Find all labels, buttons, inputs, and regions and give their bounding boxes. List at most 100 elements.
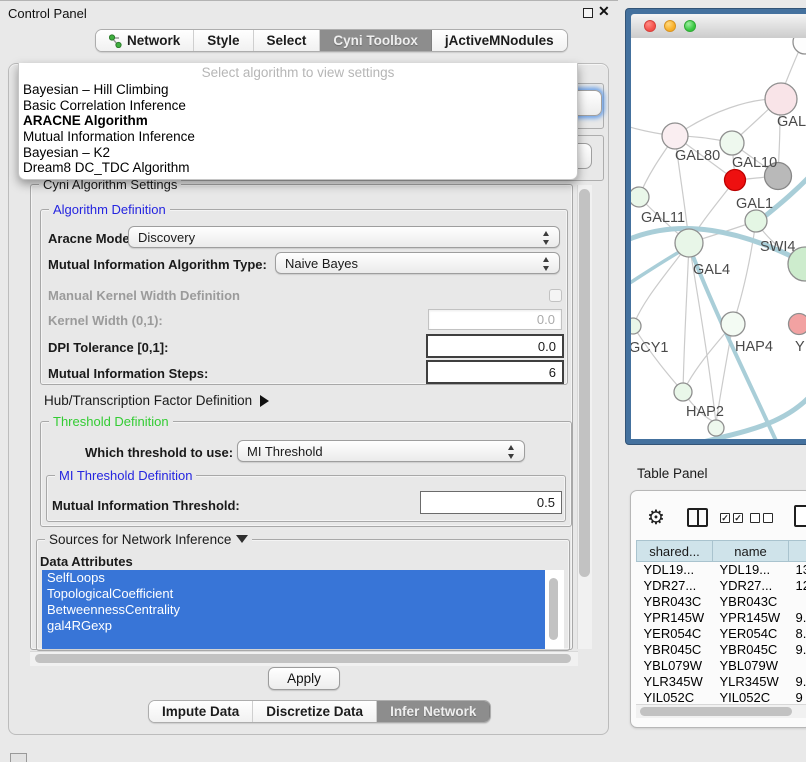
- column-browser-icon[interactable]: [687, 508, 708, 527]
- manual-kernel-checkbox[interactable]: [549, 289, 562, 302]
- aracne-mode-combobox[interactable]: Discovery: [128, 226, 560, 248]
- dropdown-item[interactable]: Mutual Information Inference: [19, 129, 577, 145]
- threshold-definition-title: Threshold Definition: [49, 414, 173, 429]
- select-all-columns-icon[interactable]: ✓✓: [720, 513, 743, 523]
- network-graph: GAL GAL80 GAL10 GAL1 GAL11 SWI4 GAL4 GCY…: [631, 38, 806, 439]
- data-attributes-list: SelfLoops TopologicalCoefficient Between…: [42, 570, 564, 649]
- hub-definition-expander[interactable]: Hub/Transcription Factor Definition: [44, 393, 269, 408]
- attribute-item-partial[interactable]: [42, 634, 545, 649]
- network-node-gcy1[interactable]: [631, 318, 641, 334]
- tab-infer-network[interactable]: Infer Network: [377, 701, 490, 722]
- table-row[interactable]: YLR345WYLR345W9.: [637, 674, 806, 690]
- table-row[interactable]: YPR145WYPR145W9.: [637, 610, 806, 626]
- dropdown-hint: Select algorithm to view settings: [19, 63, 577, 82]
- tab-select[interactable]: Select: [254, 30, 321, 51]
- sources-collapse-toggle[interactable]: Sources for Network Inference: [45, 532, 252, 547]
- network-node-hap4[interactable]: [721, 312, 745, 336]
- kernel-width-field[interactable]: 0.0: [428, 309, 562, 330]
- node-label: HAP4: [735, 339, 773, 355]
- network-node-swi4[interactable]: [745, 210, 767, 232]
- combo-arrows-icon: [543, 257, 550, 271]
- network-node-salmon[interactable]: [789, 314, 806, 335]
- network-node-hap2[interactable]: [674, 383, 692, 401]
- unselect-all-columns-icon[interactable]: [750, 513, 773, 523]
- network-node-gal80[interactable]: [662, 123, 688, 149]
- table-row[interactable]: YDR27...YDR27...12: [637, 578, 806, 594]
- dpi-tolerance-field[interactable]: 0.0: [426, 334, 564, 358]
- new-table-icon[interactable]: [794, 505, 806, 527]
- network-node-gal1[interactable]: [725, 170, 746, 191]
- column-header-shared-name[interactable]: shared...: [637, 541, 713, 562]
- column-header-partial[interactable]: A: [789, 541, 806, 562]
- control-panel-window: Control Panel ✕ Network Style Select Cyn…: [0, 0, 618, 727]
- node-attribute-table: shared... name A YDL19...YDL19...13 YDR2…: [636, 540, 806, 706]
- mi-type-label: Mutual Information Algorithm Type:: [48, 257, 267, 272]
- bottom-tabbar: Impute Data Discretize Data Infer Networ…: [148, 700, 491, 723]
- settings-vscrollbar-thumb[interactable]: [579, 189, 590, 577]
- attribute-item[interactable]: SelfLoops: [42, 570, 545, 586]
- node-label: GAL80: [675, 148, 720, 164]
- table-panel: ⚙ ✓✓ shared... name A YDL19...YDL19...13…: [630, 490, 806, 728]
- node-label: GAL: [777, 114, 806, 130]
- network-canvas[interactable]: GAL GAL80 GAL10 GAL1 GAL11 SWI4 GAL4 GCY…: [631, 38, 806, 439]
- attribute-item[interactable]: TopologicalCoefficient: [42, 586, 545, 602]
- mi-type-combobox[interactable]: Naive Bayes: [275, 252, 560, 274]
- network-node-gal4[interactable]: [675, 229, 703, 257]
- float-window-icon[interactable]: [583, 8, 593, 18]
- attribute-item[interactable]: BetweennessCentrality: [42, 602, 545, 618]
- network-node[interactable]: [708, 420, 724, 436]
- close-icon[interactable]: ✕: [598, 3, 610, 20]
- attribute-list-scrollbar-thumb[interactable]: [549, 578, 558, 640]
- dropdown-item[interactable]: Basic Correlation Inference: [19, 98, 577, 114]
- tab-discretize-data[interactable]: Discretize Data: [253, 701, 377, 722]
- table-row[interactable]: YER054CYER054C8.: [637, 626, 806, 642]
- table-row[interactable]: YBR045CYBR045C9.: [637, 642, 806, 658]
- node-label: SWI4: [760, 239, 795, 255]
- which-threshold-combobox[interactable]: MI Threshold: [237, 440, 525, 462]
- dpi-tolerance-label: DPI Tolerance [0,1]:: [48, 340, 168, 355]
- network-node[interactable]: [793, 38, 806, 54]
- mi-steps-label: Mutual Information Steps:: [48, 366, 208, 381]
- which-threshold-label: Which threshold to use:: [85, 445, 233, 460]
- control-panel-title: Control Panel: [8, 6, 87, 21]
- tab-network[interactable]: Network: [96, 30, 194, 51]
- mi-steps-field[interactable]: 6: [426, 360, 564, 384]
- table-row[interactable]: YDL19...YDL19...13: [637, 562, 806, 578]
- dropdown-item[interactable]: Bayesian – Hill Climbing: [19, 82, 577, 98]
- tab-jactivemnodules[interactable]: jActiveMNodules: [432, 30, 567, 51]
- control-panel-tabbar: Network Style Select Cyni Toolbox jActiv…: [95, 29, 568, 52]
- mi-threshold-group-title: MI Threshold Definition: [55, 468, 196, 483]
- table-row[interactable]: YBR043CYBR043C: [637, 594, 806, 610]
- network-icon: [109, 34, 122, 48]
- zoom-traffic-light-icon[interactable]: [684, 20, 696, 32]
- network-window-titlebar[interactable]: [631, 14, 806, 38]
- node-label: Y: [795, 339, 805, 355]
- combo-arrows-icon: [508, 445, 515, 459]
- dropdown-item[interactable]: Dream8 DC_TDC Algorithm: [19, 160, 577, 176]
- table-panel-title: Table Panel: [637, 466, 708, 481]
- minimize-traffic-light-icon[interactable]: [664, 20, 676, 32]
- tab-style[interactable]: Style: [194, 30, 253, 51]
- gear-icon[interactable]: ⚙: [647, 505, 665, 530]
- aracne-mode-label: Aracne Mode:: [48, 231, 134, 246]
- network-node-gal11[interactable]: [631, 187, 649, 207]
- data-attributes-label: Data Attributes: [40, 554, 133, 569]
- dropdown-item[interactable]: Bayesian – K2: [19, 145, 577, 161]
- apply-button[interactable]: Apply: [268, 667, 340, 690]
- tab-cyni-toolbox[interactable]: Cyni Toolbox: [320, 30, 432, 51]
- collapse-down-arrow-icon: [236, 535, 248, 543]
- mi-threshold-label: Mutual Information Threshold:: [52, 498, 240, 513]
- mi-threshold-field[interactable]: 0.5: [420, 491, 562, 514]
- dropdown-item-aracne[interactable]: ARACNE Algorithm: [19, 113, 577, 129]
- table-row[interactable]: YBL079WYBL079W: [637, 658, 806, 674]
- column-header-name[interactable]: name: [713, 541, 789, 562]
- network-node-gal[interactable]: [765, 83, 797, 115]
- settings-hscrollbar-thumb[interactable]: [35, 654, 571, 663]
- minimized-panel-icon[interactable]: [10, 753, 27, 762]
- node-label: GCY1: [631, 340, 669, 356]
- table-hscrollbar-thumb[interactable]: [640, 707, 792, 716]
- tab-impute-data[interactable]: Impute Data: [149, 701, 253, 722]
- attribute-item[interactable]: gal4RGexp: [42, 618, 545, 634]
- network-node-gal10[interactable]: [720, 131, 744, 155]
- close-traffic-light-icon[interactable]: [644, 20, 656, 32]
